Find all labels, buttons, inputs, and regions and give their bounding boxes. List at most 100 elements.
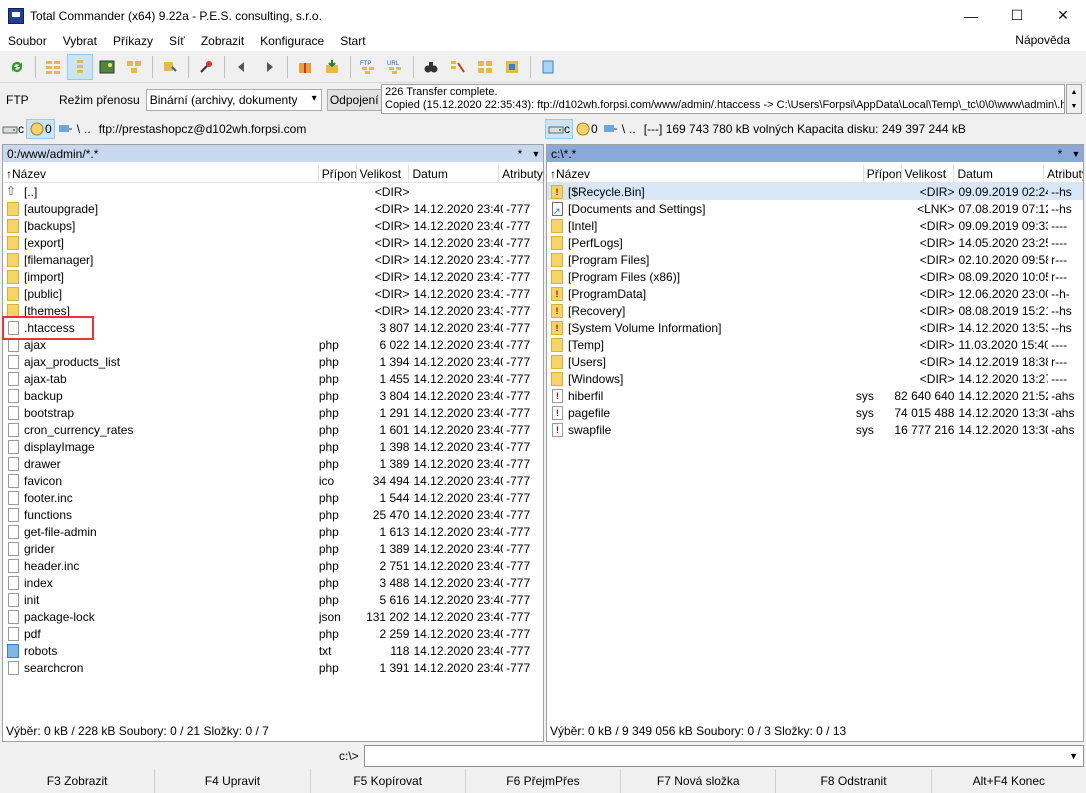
unpack-files-button[interactable] <box>319 54 345 80</box>
forward-button[interactable] <box>256 54 282 80</box>
file-row[interactable]: [import] <DIR> 14.12.2020 23:41 -777 <box>3 268 543 285</box>
col-size[interactable]: Velikost <box>902 165 955 183</box>
file-row[interactable]: bootstrap php 1 291 14.12.2020 23:40 -777 <box>3 404 543 421</box>
f3-view-button[interactable]: F3 Zobrazit <box>0 769 156 793</box>
file-row[interactable]: pdf php 2 259 14.12.2020 23:40 -777 <box>3 625 543 642</box>
menu-start[interactable]: Start <box>332 34 373 48</box>
menu-vybrat[interactable]: Vybrat <box>55 34 105 48</box>
file-row[interactable]: ! [$Recycle.Bin] <DIR> 09.09.2019 02:24 --hs <box>547 183 1083 200</box>
notepad-button[interactable] <box>535 54 561 80</box>
file-row[interactable]: get-file-admin php 1 613 14.12.2020 23:40 -7… <box>3 523 543 540</box>
menu-konfigurace[interactable]: Konfigurace <box>252 34 332 48</box>
file-row[interactable]: [backups] <DIR> 14.12.2020 23:40 -777 <box>3 217 543 234</box>
file-row[interactable]: [Program Files] <DIR> 02.10.2020 09:58 r--- <box>547 251 1083 268</box>
left-drive-net[interactable]: 0 <box>26 119 55 139</box>
right-file-panel[interactable]: c:\*.* * ▼ ↑Název Přípona Velikost Datum… <box>546 144 1084 742</box>
col-ext[interactable]: Přípona <box>319 165 357 183</box>
file-row[interactable]: [Windows] <DIR> 14.12.2020 13:27 ---- <box>547 370 1083 387</box>
ftp-connect-button[interactable]: FTP <box>355 54 381 80</box>
left-network-button[interactable] <box>55 119 75 139</box>
col-attr[interactable]: Atributy <box>1044 165 1083 183</box>
file-row[interactable]: index php 3 488 14.12.2020 23:40 -777 <box>3 574 543 591</box>
col-name[interactable]: ↑ Název <box>3 165 319 183</box>
right-network-button[interactable] <box>600 119 620 139</box>
file-row[interactable]: [filemanager] <DIR> 14.12.2020 23:41 -777 <box>3 251 543 268</box>
col-name[interactable]: ↑ Název <box>547 165 864 183</box>
sync-dirs-button[interactable] <box>445 54 471 80</box>
right-filter-star[interactable]: * <box>1051 147 1069 161</box>
col-date[interactable]: Datum <box>409 165 500 183</box>
multi-rename-button[interactable] <box>472 54 498 80</box>
altf4-exit-button[interactable]: Alt+F4 Konec <box>932 769 1086 793</box>
back-button[interactable] <box>229 54 255 80</box>
left-file-panel[interactable]: 0:/www/admin/*.* * ▼ ↑Název Přípona Veli… <box>2 144 544 742</box>
file-row[interactable]: [PerfLogs] <DIR> 14.05.2020 23:25 ---- <box>547 234 1083 251</box>
left-up-button[interactable]: .. <box>82 119 93 139</box>
file-row[interactable]: drawer php 1 389 14.12.2020 23:40 -777 <box>3 455 543 472</box>
right-path-bar[interactable]: c:\*.* * ▼ <box>547 145 1083 162</box>
ftp-log-scrollbar[interactable]: ▲ ▼ <box>1066 84 1082 114</box>
left-path-bar[interactable]: 0:/www/admin/*.* * ▼ <box>3 145 543 162</box>
compare-button[interactable] <box>499 54 525 80</box>
file-row[interactable]: ! [Recovery] <DIR> 08.08.2019 15:21 --hs <box>547 302 1083 319</box>
left-root-button[interactable]: \ <box>75 119 82 139</box>
left-filter-star[interactable]: * <box>511 147 529 161</box>
col-date[interactable]: Datum <box>954 165 1045 183</box>
file-row[interactable]: ! [System Volume Information] <DIR> 14.12.2… <box>547 319 1083 336</box>
file-row[interactable]: ! swapfile sys 16 777 216 14.12.2020 13:30 -a… <box>547 421 1083 438</box>
file-row[interactable]: ajax-tab php 1 455 14.12.2020 23:40 -777 <box>3 370 543 387</box>
scroll-down-icon[interactable]: ▼ <box>1071 103 1078 110</box>
maximize-button[interactable]: ☐ <box>994 0 1040 31</box>
file-row[interactable]: backup php 3 804 14.12.2020 23:40 -777 <box>3 387 543 404</box>
file-row[interactable]: displayImage php 1 398 14.12.2020 23:40 -777 <box>3 438 543 455</box>
file-row[interactable]: functions php 25 470 14.12.2020 23:40 -777 <box>3 506 543 523</box>
file-row[interactable]: [autoupgrade] <DIR> 14.12.2020 23:40 -777 <box>3 200 543 217</box>
unpack-button[interactable] <box>193 54 219 80</box>
file-row[interactable]: searchcron php 1 391 14.12.2020 23:40 -777 <box>3 659 543 676</box>
menu-prikazy[interactable]: Příkazy <box>105 34 161 48</box>
file-row[interactable]: robots txt 118 14.12.2020 23:40 -777 <box>3 642 543 659</box>
file-row[interactable]: [public] <DIR> 14.12.2020 23:41 -777 <box>3 285 543 302</box>
file-row[interactable]: [Intel] <DIR> 09.09.2019 09:33 ---- <box>547 217 1083 234</box>
file-row[interactable]: [Documents and Settings] <LNK>07.08.2019 … <box>547 200 1083 217</box>
right-drive-c[interactable]: c <box>545 119 573 139</box>
command-line-input[interactable]: ▼ <box>364 745 1084 767</box>
file-row[interactable]: ajax_products_list php 1 394 14.12.2020 23:… <box>3 353 543 370</box>
menu-sit[interactable]: Síť <box>161 34 193 48</box>
detailed-view-button[interactable] <box>67 54 93 80</box>
close-button[interactable]: ✕ <box>1040 0 1086 31</box>
minimize-button[interactable]: — <box>948 0 994 31</box>
pack-button[interactable] <box>292 54 318 80</box>
file-row[interactable]: [Users] <DIR> 14.12.2019 18:38 r--- <box>547 353 1083 370</box>
disconnect-button[interactable]: Odpojení <box>326 89 382 111</box>
f8-delete-button[interactable]: F8 Odstranit <box>776 769 932 793</box>
chevron-down-icon[interactable]: ▼ <box>1069 149 1083 159</box>
left-drive-c[interactable]: c <box>0 119 26 139</box>
file-row[interactable]: [Temp] <DIR> 11.03.2020 15:40 ---- <box>547 336 1083 353</box>
file-row[interactable]: ⇧ [..] <DIR> <box>3 183 543 200</box>
file-row[interactable]: footer.inc php 1 544 14.12.2020 23:40 -777 <box>3 489 543 506</box>
file-row[interactable]: favicon ico 34 494 14.12.2020 23:40 -777 <box>3 472 543 489</box>
file-row[interactable]: grider php 1 389 14.12.2020 23:40 -777 <box>3 540 543 557</box>
file-row[interactable]: ! hiberfil sys 3 382 640 64014.12.2020 21:5… <box>547 387 1083 404</box>
col-ext[interactable]: Přípona <box>864 165 902 183</box>
file-row[interactable]: [Program Files (x86)] <DIR> 08.09.2020 10:… <box>547 268 1083 285</box>
refresh-button[interactable] <box>4 54 30 80</box>
url-connect-button[interactable]: URL <box>382 54 408 80</box>
app-icon[interactable] <box>8 7 24 24</box>
file-row[interactable]: [export] <DIR> 14.12.2020 23:40 -777 <box>3 234 543 251</box>
menu-zobrazit[interactable]: Zobrazit <box>193 34 252 48</box>
file-row[interactable]: cron_currency_rates php 1 601 14.12.2020 23… <box>3 421 543 438</box>
thumbnails-view-button[interactable] <box>94 54 120 80</box>
file-row[interactable]: ! [ProgramData] <DIR> 12.06.2020 23:00 --h- <box>547 285 1083 302</box>
invert-selection-button[interactable] <box>157 54 183 80</box>
menu-soubor[interactable]: Soubor <box>0 34 55 48</box>
f6-move-button[interactable]: F6 PřejmPřes <box>466 769 622 793</box>
file-row[interactable]: init php 5 616 14.12.2020 23:40 -777 <box>3 591 543 608</box>
f7-new-folder-button[interactable]: F7 Nová složka <box>621 769 777 793</box>
col-attr[interactable]: Atributy <box>499 165 543 183</box>
transfer-mode-select[interactable]: Binární (archivy, dokumenty ▾ <box>145 89 322 111</box>
right-up-button[interactable]: .. <box>627 119 638 139</box>
chevron-down-icon[interactable]: ▼ <box>1069 751 1078 761</box>
file-row[interactable]: ! pagefile sys 6 174 015 48814.12.2020 13:3… <box>547 404 1083 421</box>
